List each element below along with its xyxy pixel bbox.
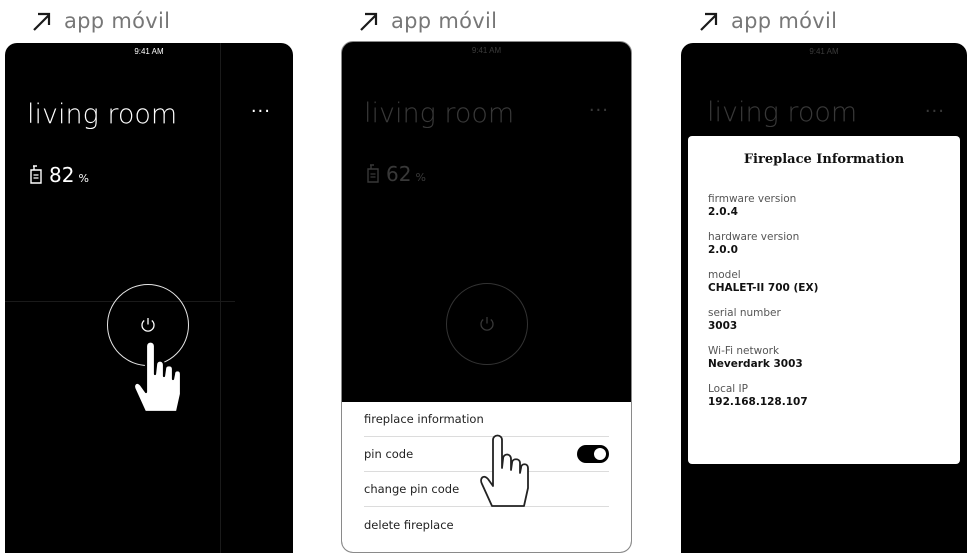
info-field-hardware: hardware version 2.0.0: [708, 231, 940, 257]
info-label: Local IP: [708, 383, 748, 395]
panel-heading-label: app móvil: [731, 9, 838, 33]
status-bar-time: 9:41 AM: [134, 47, 164, 56]
fuel-level-value: 82: [49, 163, 75, 187]
status-bar-time: 9:41 AM: [809, 47, 839, 56]
fuel-tank-icon: [30, 165, 42, 184]
menu-item-label: fireplace information: [364, 412, 484, 426]
menu-item-label: pin code: [364, 447, 414, 461]
info-field-model: model CHALET-II 700 (EX): [708, 269, 940, 295]
more-options-icon[interactable]: ···: [251, 101, 271, 122]
info-label: firmware version: [708, 193, 797, 205]
info-label: hardware version: [708, 231, 800, 243]
power-icon: [141, 318, 155, 332]
fuel-level: 62 %: [366, 162, 426, 186]
power-icon: [480, 317, 494, 331]
info-label: model: [708, 269, 741, 281]
fireplace-information-dialog: Fireplace Information firmware version 2…: [688, 136, 960, 464]
room-title: living room: [27, 99, 178, 130]
more-options-icon: ···: [924, 101, 945, 122]
info-field-firmware: firmware version 2.0.4: [708, 193, 940, 219]
info-field-local-ip: Local IP 192.168.128.107: [708, 383, 940, 409]
tap-hand-icon: [480, 434, 529, 507]
info-value: 3003: [708, 320, 738, 332]
info-field-serial: serial number 3003: [708, 307, 940, 333]
menu-item-label: change pin code: [364, 482, 460, 496]
info-value: CHALET-II 700 (EX): [708, 282, 819, 294]
divider: [220, 43, 221, 553]
fuel-tank-icon: [367, 164, 379, 183]
info-label: Wi-Fi network: [708, 345, 780, 357]
panel-heading-2: app móvil: [357, 6, 497, 36]
menu-item-label: delete fireplace: [364, 517, 454, 532]
panel-heading-3: app móvil: [697, 6, 837, 36]
room-title: living room: [364, 98, 515, 129]
status-bar-time: 9:41 AM: [471, 46, 502, 55]
fuel-level-value: 62: [386, 162, 412, 186]
info-label: serial number: [708, 307, 781, 319]
panel-heading-1: app móvil: [30, 6, 170, 36]
info-field-wifi: Wi-Fi network Neverdark 3003: [708, 345, 940, 371]
more-options-icon: ···: [588, 100, 609, 121]
toggle-knob: [594, 448, 606, 460]
phone-screen-menu: 9:41 AM living room ··· 62 % fireplace i…: [341, 41, 632, 553]
arrow-up-right-icon: [360, 12, 378, 31]
panel-heading-label: app móvil: [64, 9, 171, 33]
tap-hand-icon: [133, 340, 183, 414]
panel-heading-label: app móvil: [391, 9, 498, 33]
power-button: [446, 283, 528, 365]
arrow-up-right-icon: [700, 12, 718, 31]
info-value: 192.168.128.107: [708, 396, 808, 408]
info-value: 2.0.0: [708, 244, 738, 256]
phone-screen-info: 9:41 AM living room ··· Fireplace Inform…: [681, 43, 967, 553]
info-value: Neverdark 3003: [708, 358, 803, 370]
fuel-level: 82 %: [29, 163, 89, 187]
info-value: 2.0.4: [708, 206, 738, 218]
dialog-title: Fireplace Information: [743, 152, 905, 167]
phone-screen-main: 9:41 AM living room ··· 82 %: [5, 43, 293, 553]
arrow-up-right-icon: [33, 12, 51, 31]
menu-item-delete-fireplace[interactable]: delete fireplace: [364, 507, 609, 542]
fuel-level-unit: %: [415, 171, 426, 184]
room-title: living room: [707, 97, 858, 128]
pin-code-toggle[interactable]: [577, 445, 609, 463]
fuel-level-unit: %: [78, 172, 89, 185]
